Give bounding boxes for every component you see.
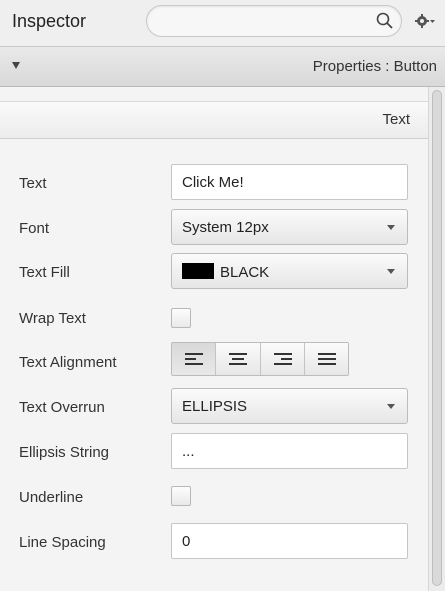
dropdown-arrow-icon [387, 269, 395, 274]
text-overrun-value: ELLIPSIS [182, 398, 248, 415]
color-swatch [182, 263, 214, 279]
search-icon[interactable] [376, 12, 394, 30]
text-overrun-dropdown[interactable]: ELLIPSIS [171, 388, 408, 424]
font-dropdown[interactable]: System 12px [171, 209, 408, 245]
align-right-button[interactable] [260, 343, 305, 375]
gear-icon[interactable] [414, 11, 436, 31]
left-align-icon [185, 353, 203, 365]
wrap-text-checkbox[interactable] [171, 308, 191, 328]
font-value: System 12px [182, 219, 269, 236]
properties-content: Text Text Click Me! Font System 12px Tex… [0, 87, 428, 591]
search-input[interactable] [146, 5, 402, 37]
label-line-spacing: Line Spacing [19, 534, 106, 551]
section-title: Text [382, 111, 410, 128]
section-header-text[interactable]: Text [0, 101, 428, 139]
collapse-triangle-icon[interactable] [12, 62, 20, 69]
right-align-icon [273, 353, 292, 365]
text-field[interactable]: Click Me! [171, 164, 408, 200]
label-wrap-text: Wrap Text [19, 310, 86, 327]
line-spacing-field[interactable]: 0 [171, 523, 408, 559]
label-text: Text [19, 175, 47, 192]
text-alignment-group [171, 342, 349, 376]
dropdown-arrow-icon [387, 404, 395, 409]
inspector-header: Inspector [0, 0, 445, 47]
justify-align-icon [317, 353, 336, 365]
panel-title: Inspector [12, 11, 87, 31]
label-font: Font [19, 220, 50, 237]
properties-title: Properties : Button [312, 58, 437, 75]
label-ellipsis-string: Ellipsis String [19, 444, 110, 461]
text-fill-value: BLACK [220, 264, 270, 281]
label-text-overrun: Text Overrun [19, 399, 105, 416]
properties-bar[interactable]: Properties : Button [0, 47, 445, 87]
underline-checkbox[interactable] [171, 486, 191, 506]
align-left-button[interactable] [172, 343, 217, 375]
ellipsis-string-field[interactable]: ... [171, 433, 408, 469]
dropdown-arrow-icon [387, 225, 395, 230]
align-center-button[interactable] [216, 343, 261, 375]
align-justify-button[interactable] [304, 343, 348, 375]
text-fill-dropdown[interactable]: BLACK [171, 253, 408, 289]
center-align-icon [229, 353, 248, 365]
label-text-fill: Text Fill [19, 264, 70, 281]
label-underline: Underline [19, 489, 84, 506]
label-text-alignment: Text Alignment [19, 354, 117, 371]
scrollbar-thumb[interactable] [432, 90, 442, 586]
vertical-scrollbar[interactable] [428, 87, 445, 591]
